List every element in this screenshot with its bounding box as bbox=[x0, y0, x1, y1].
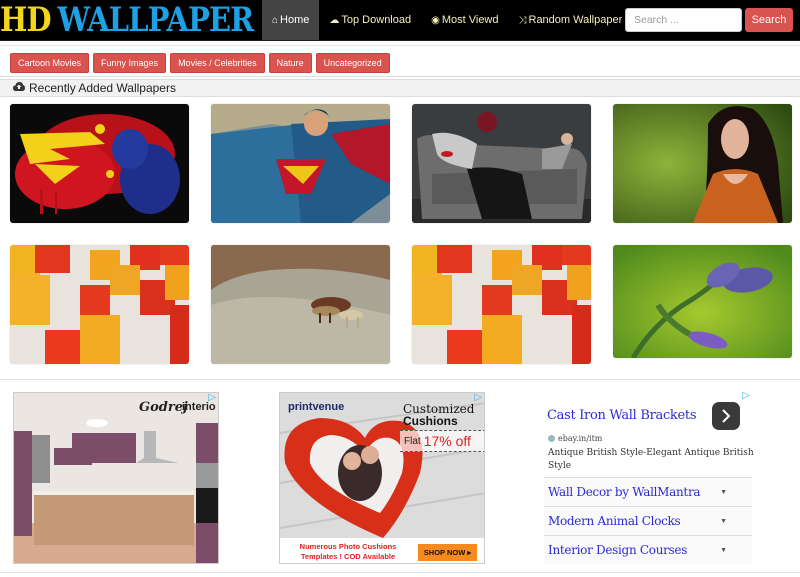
nav-home[interactable]: ⌂ Home bbox=[262, 0, 320, 40]
kitchen-ad-image: Godrej interio bbox=[14, 393, 218, 563]
ad-headline-2: Cushions bbox=[403, 414, 458, 428]
caret-down-icon: ▼ bbox=[720, 488, 727, 496]
nav-top-download[interactable]: ☁ Top Download bbox=[319, 0, 421, 40]
category-cartoon-movies[interactable]: Cartoon Movies bbox=[10, 53, 90, 73]
ad-offer-box: Flat 17% off bbox=[400, 430, 484, 452]
wallpaper-grid bbox=[0, 97, 800, 380]
nav-random-wallpaper-label: Random Wallpaper bbox=[528, 14, 623, 26]
text-ad-link-label: Interior Design Courses bbox=[548, 543, 688, 557]
wallpaper-thumb[interactable] bbox=[412, 104, 591, 223]
category-list: Cartoon Movies Funny Images Movies / Cel… bbox=[10, 53, 390, 73]
random-icon: ⤨ bbox=[518, 14, 527, 26]
nav-top-download-label: Top Download bbox=[341, 14, 412, 26]
section-title: Recently Added Wallpapers bbox=[29, 81, 176, 95]
text-ad-link[interactable]: Wall Decor by WallMantra ▼ bbox=[544, 477, 752, 506]
section-heading: Recently Added Wallpapers bbox=[0, 79, 800, 97]
caret-down-icon: ▼ bbox=[720, 517, 727, 525]
ad-footer-line-1: Numerous Photo Cushions bbox=[299, 542, 397, 551]
shop-now-button[interactable]: SHOP NOW ▸ bbox=[418, 544, 477, 561]
nav-home-label: Home bbox=[280, 14, 310, 26]
text-ad-description: Antique British Style-Elegant Antique Br… bbox=[548, 448, 754, 471]
nav-most-viewed[interactable]: ◉ Most Viewd bbox=[421, 0, 508, 40]
text-ad-link[interactable]: Interior Design Courses ▼ bbox=[544, 535, 752, 564]
home-icon: ⌂ bbox=[272, 14, 279, 26]
eye-icon: ◉ bbox=[431, 14, 440, 26]
text-ad-link[interactable]: Modern Animal Clocks ▼ bbox=[544, 506, 752, 535]
ad-choices-icon[interactable]: ▷ bbox=[208, 393, 216, 403]
ad-choices-icon[interactable]: ▷ bbox=[742, 390, 750, 401]
caret-down-icon: ▼ bbox=[720, 546, 727, 554]
superman-splatter-image bbox=[10, 104, 189, 223]
wallpaper-thumb[interactable] bbox=[10, 245, 189, 364]
nav-random-wallpaper[interactable]: ⤨ Random Wallpaper bbox=[509, 0, 633, 40]
main-nav: ⌂ Home ☁ Top Download ◉ Most Viewd ⤨ Ran… bbox=[262, 0, 632, 40]
ad-offer-prefix: Flat bbox=[404, 435, 421, 447]
category-uncategorized[interactable]: Uncategorized bbox=[315, 53, 390, 73]
globe-icon bbox=[548, 435, 555, 442]
cloud-download-icon: ☁ bbox=[329, 14, 340, 26]
text-ad-link-label: Wall Decor by WallMantra bbox=[548, 485, 701, 499]
category-bar: Cartoon Movies Funny Images Movies / Cel… bbox=[0, 45, 800, 77]
category-nature[interactable]: Nature bbox=[268, 53, 312, 73]
3d-cubes-image bbox=[412, 245, 591, 364]
search-input[interactable] bbox=[625, 8, 742, 32]
kitchen-ad[interactable]: Godrej interio ▷ bbox=[13, 392, 219, 564]
category-funny-images[interactable]: Funny Images bbox=[93, 53, 167, 73]
ad-footer-line-2: Templates ! COD Available bbox=[300, 552, 396, 561]
purple-flower-image bbox=[613, 245, 792, 358]
category-movies-celebrities[interactable]: Movies / Celebrities bbox=[170, 53, 265, 73]
top-navbar: HD WALLPAPER ⌂ Home ☁ Top Download ◉ Mos… bbox=[0, 0, 800, 41]
woman-in-orange-image bbox=[613, 104, 792, 223]
svg-text:Godrej: Godrej bbox=[139, 400, 188, 415]
text-ad-url-label: ebay.in/itm bbox=[558, 434, 603, 443]
3d-cubes-image bbox=[10, 245, 189, 364]
wallpaper-thumb[interactable] bbox=[10, 104, 189, 223]
wallpaper-thumb[interactable] bbox=[613, 104, 792, 223]
text-ad-next-button[interactable] bbox=[712, 402, 740, 430]
text-ad-title[interactable]: Cast Iron Wall Brackets bbox=[547, 408, 697, 423]
search-button[interactable]: Search bbox=[745, 8, 793, 32]
printvenue-logo: printvenue bbox=[288, 401, 345, 413]
text-ad-url[interactable]: ebay.in/itm bbox=[548, 434, 602, 443]
text-ad-link-label: Modern Animal Clocks bbox=[548, 514, 681, 528]
wallpaper-thumb[interactable] bbox=[613, 245, 792, 358]
cloud-upload-icon bbox=[13, 82, 25, 94]
ad-choices-icon[interactable]: ▷ bbox=[474, 393, 482, 403]
cushion-ad[interactable]: printvenue Customized Cushions Flat 17% … bbox=[279, 392, 485, 564]
logo-wallpaper: WALLPAPER bbox=[57, 0, 254, 40]
chevron-right-icon bbox=[722, 409, 731, 423]
superman-comic-image bbox=[211, 104, 390, 223]
wallpaper-thumb[interactable] bbox=[211, 104, 390, 223]
ad-footer-text: Numerous Photo Cushions Templates ! COD … bbox=[298, 542, 398, 562]
logo-hd: HD bbox=[0, 0, 52, 40]
horses-desert-image bbox=[211, 245, 390, 364]
ad-offer: 17% off bbox=[423, 433, 471, 449]
nav-most-viewed-label: Most Viewd bbox=[441, 14, 499, 26]
wallpaper-thumb[interactable] bbox=[412, 245, 591, 364]
woman-on-sofa-image bbox=[412, 104, 591, 223]
site-logo[interactable]: HD WALLPAPER bbox=[0, 0, 254, 40]
text-ad-links: Wall Decor by WallMantra ▼ Modern Animal… bbox=[544, 477, 752, 564]
wallpaper-thumb[interactable] bbox=[211, 245, 390, 364]
